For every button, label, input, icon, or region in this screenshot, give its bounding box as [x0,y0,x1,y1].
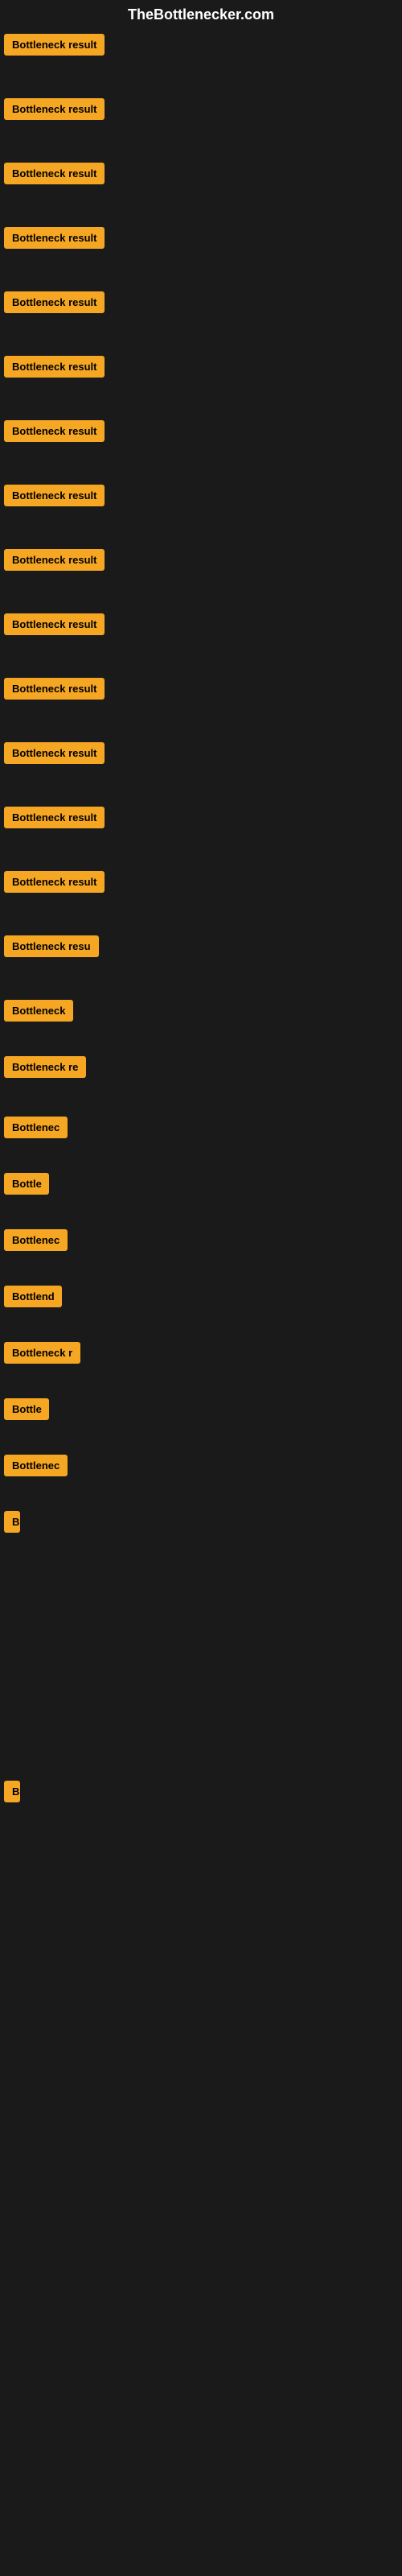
list-item: Bottlend [4,1286,62,1311]
bottleneck-badge: Bottleneck result [4,678,105,700]
list-item: Bottleneck [4,1000,73,1026]
bottleneck-badge: Bottleneck result [4,291,105,313]
bottleneck-badge: Bottleneck result [4,227,105,249]
list-item: Bottleneck result [4,98,105,124]
list-item: Bottlenec [4,1229,68,1255]
list-item: Bottleneck result [4,871,105,897]
bottleneck-badge: Bottleneck result [4,613,105,635]
bottleneck-badge: Bottleneck result [4,871,105,893]
list-item: Bottle [4,1398,49,1424]
list-item: Bottleneck result [4,549,105,575]
list-item: Bottle [4,1173,49,1199]
bottleneck-badge: Bottleneck result [4,485,105,506]
list-item: Bottleneck result [4,34,105,60]
list-item: Bottlenec [4,1455,68,1480]
bottleneck-badge: Bottleneck result [4,34,105,56]
list-item: Bottleneck result [4,420,105,446]
list-item: B [4,1781,20,1806]
bottleneck-badge: B [4,1781,20,1802]
site-title: TheBottlenecker.com [0,0,402,30]
list-item: Bottleneck result [4,613,105,639]
bottleneck-badge: Bottleneck result [4,807,105,828]
bottleneck-badge: Bottleneck result [4,356,105,378]
bottleneck-badge: B [4,1511,20,1533]
bottleneck-badge: Bottleneck r [4,1342,80,1364]
bottleneck-badge: Bottlenec [4,1455,68,1476]
bottleneck-badge: Bottlenec [4,1117,68,1138]
bottleneck-badge: Bottleneck result [4,742,105,764]
list-item: Bottleneck result [4,742,105,768]
bottleneck-badge: Bottlenec [4,1229,68,1251]
list-item: Bottleneck re [4,1056,86,1082]
bottleneck-badge: Bottle [4,1173,49,1195]
bottleneck-badge: Bottleneck result [4,163,105,184]
bottleneck-badge: Bottlend [4,1286,62,1307]
bottleneck-badge: Bottle [4,1398,49,1420]
list-item: Bottlenec [4,1117,68,1142]
list-item: Bottleneck result [4,163,105,188]
list-item: Bottleneck result [4,485,105,510]
list-item: Bottleneck resu [4,935,99,961]
list-item: Bottleneck result [4,227,105,253]
list-item: Bottleneck result [4,291,105,317]
list-item: B [4,1511,20,1537]
list-item: Bottleneck result [4,678,105,704]
bottleneck-badge: Bottleneck resu [4,935,99,957]
list-item: Bottleneck result [4,356,105,382]
bottleneck-badge: Bottleneck result [4,549,105,571]
list-item: Bottleneck result [4,807,105,832]
bottleneck-badge: Bottleneck re [4,1056,86,1078]
bottleneck-badge: Bottleneck result [4,420,105,442]
list-item: Bottleneck r [4,1342,80,1368]
bottleneck-badge: Bottleneck result [4,98,105,120]
bottleneck-badge: Bottleneck [4,1000,73,1022]
items-container: Bottleneck result Bottleneck result Bottle… [0,30,402,2574]
